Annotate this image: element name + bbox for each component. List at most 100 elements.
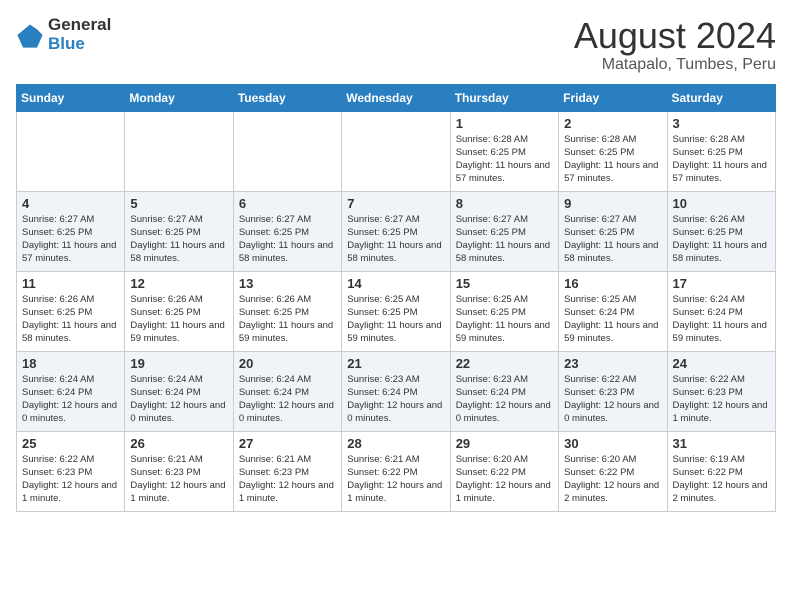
day-info: Sunrise: 6:26 AM Sunset: 6:25 PM Dayligh… [130,293,227,346]
calendar-cell [125,111,233,191]
day-number: 22 [456,356,553,371]
day-info: Sunrise: 6:27 AM Sunset: 6:25 PM Dayligh… [130,213,227,266]
calendar-cell: 9Sunrise: 6:27 AM Sunset: 6:25 PM Daylig… [559,191,667,271]
calendar-cell: 13 Sunrise: 6:26 AM Sunset: 6:25 PM Dayli… [233,271,341,351]
day-info: Sunrise: 6:24 AM Sunset: 6:24 PM Dayligh… [130,373,227,426]
day-number: 16 [564,276,661,291]
day-number: 2 [564,116,661,131]
day-number: 24 [673,356,770,371]
calendar-cell: 25Sunrise: 6:22 AM Sunset: 6:23 PM Dayli… [17,431,125,511]
day-number: 10 [673,196,770,211]
day-number: 21 [347,356,444,371]
calendar-cell [342,111,450,191]
day-info: Sunrise: 6:22 AM Sunset: 6:23 PM Dayligh… [564,373,661,426]
day-number: 17 [673,276,770,291]
day-info: Sunrise: 6:19 AM Sunset: 6:22 PM Dayligh… [673,453,770,506]
calendar-cell: 23 Sunrise: 6:22 AM Sunset: 6:23 PM Dayli… [559,351,667,431]
day-number: 13 [239,276,336,291]
day-number: 29 [456,436,553,451]
day-info: Sunrise: 6:24 AM Sunset: 6:24 PM Dayligh… [673,293,770,346]
day-info: Sunrise: 6:25 AM Sunset: 6:25 PM Dayligh… [347,293,444,346]
location-title: Matapalo, Tumbes, Peru [574,56,776,74]
header-saturday: Saturday [667,84,775,111]
calendar-cell: 6 Sunrise: 6:27 AM Sunset: 6:25 PM Daylig… [233,191,341,271]
day-info: Sunrise: 6:26 AM Sunset: 6:25 PM Dayligh… [673,213,770,266]
day-info: Sunrise: 6:21 AM Sunset: 6:23 PM Dayligh… [130,453,227,506]
day-number: 20 [239,356,336,371]
day-number: 26 [130,436,227,451]
day-number: 28 [347,436,444,451]
day-number: 11 [22,276,119,291]
day-number: 27 [239,436,336,451]
day-number: 12 [130,276,227,291]
day-number: 19 [130,356,227,371]
day-info: Sunrise: 6:26 AM Sunset: 6:25 PM Dayligh… [239,293,336,346]
calendar-week-0: 1 Sunrise: 6:28 AM Sunset: 6:25 PM Daylig… [17,111,776,191]
calendar-cell: 4Sunrise: 6:27 AM Sunset: 6:25 PM Daylig… [17,191,125,271]
day-number: 9 [564,196,661,211]
day-number: 31 [673,436,770,451]
calendar-cell: 21Sunrise: 6:23 AM Sunset: 6:24 PM Dayli… [342,351,450,431]
header-monday: Monday [125,84,233,111]
day-number: 25 [22,436,119,451]
calendar-cell: 1Sunrise: 6:28 AM Sunset: 6:25 PM Daylig… [450,111,558,191]
calendar-cell: 16 Sunrise: 6:25 AM Sunset: 6:24 PM Dayli… [559,271,667,351]
calendar-header-row: SundayMondayTuesdayWednesdayThursdayFrid… [17,84,776,111]
day-info: Sunrise: 6:27 AM Sunset: 6:25 PM Dayligh… [239,213,336,266]
day-number: 18 [22,356,119,371]
header-wednesday: Wednesday [342,84,450,111]
month-title: August 2024 [574,16,776,56]
day-number: 23 [564,356,661,371]
header-tuesday: Tuesday [233,84,341,111]
calendar-cell: 27 Sunrise: 6:21 AM Sunset: 6:23 PM Dayli… [233,431,341,511]
calendar-cell: 11 Sunrise: 6:26 AM Sunset: 6:25 PM Dayli… [17,271,125,351]
calendar-cell: 5 Sunrise: 6:27 AM Sunset: 6:25 PM Daylig… [125,191,233,271]
day-info: Sunrise: 6:20 AM Sunset: 6:22 PM Dayligh… [564,453,661,506]
calendar-cell: 24 Sunrise: 6:22 AM Sunset: 6:23 PM Dayli… [667,351,775,431]
logo-blue: Blue [48,35,111,54]
calendar-cell: 15Sunrise: 6:25 AM Sunset: 6:25 PM Dayli… [450,271,558,351]
day-info: Sunrise: 6:20 AM Sunset: 6:22 PM Dayligh… [456,453,553,506]
calendar-cell: 31 Sunrise: 6:19 AM Sunset: 6:22 PM Dayli… [667,431,775,511]
calendar-cell: 26 Sunrise: 6:21 AM Sunset: 6:23 PM Dayli… [125,431,233,511]
day-number: 1 [456,116,553,131]
day-info: Sunrise: 6:27 AM Sunset: 6:25 PM Dayligh… [347,213,444,266]
day-number: 4 [22,196,119,211]
day-info: Sunrise: 6:25 AM Sunset: 6:24 PM Dayligh… [564,293,661,346]
calendar-cell: 20Sunrise: 6:24 AM Sunset: 6:24 PM Dayli… [233,351,341,431]
calendar-cell: 8 Sunrise: 6:27 AM Sunset: 6:25 PM Daylig… [450,191,558,271]
calendar-week-1: 4 Sunrise: 6:27 AM Sunset: 6:25 PM Daylig… [17,191,776,271]
calendar-cell: 12 Sunrise: 6:26 AM Sunset: 6:25 PM Dayli… [125,271,233,351]
day-info: Sunrise: 6:26 AM Sunset: 6:25 PM Dayligh… [22,293,119,346]
calendar-cell: 29 Sunrise: 6:20 AM Sunset: 6:22 PM Dayli… [450,431,558,511]
header-sunday: Sunday [17,84,125,111]
calendar-cell: 7 Sunrise: 6:27 AM Sunset: 6:25 PM Daylig… [342,191,450,271]
calendar-cell [233,111,341,191]
day-info: Sunrise: 6:21 AM Sunset: 6:23 PM Dayligh… [239,453,336,506]
calendar-table: SundayMondayTuesdayWednesdayThursdayFrid… [16,84,776,512]
day-info: Sunrise: 6:28 AM Sunset: 6:25 PM Dayligh… [673,133,770,186]
calendar-week-2: 11 Sunrise: 6:26 AM Sunset: 6:25 PM Dayli… [17,271,776,351]
day-info: Sunrise: 6:28 AM Sunset: 6:25 PM Dayligh… [564,133,661,186]
day-number: 7 [347,196,444,211]
logo: General Blue [16,16,111,53]
calendar-cell: 2 Sunrise: 6:28 AM Sunset: 6:25 PM Daylig… [559,111,667,191]
calendar-week-4: 25Sunrise: 6:22 AM Sunset: 6:23 PM Dayli… [17,431,776,511]
day-number: 8 [456,196,553,211]
calendar-cell [17,111,125,191]
calendar-cell: 17 Sunrise: 6:24 AM Sunset: 6:24 PM Dayli… [667,271,775,351]
header-friday: Friday [559,84,667,111]
page-header: General Blue August 2024 Matapalo, Tumbe… [16,16,776,74]
logo-icon [16,21,44,49]
day-number: 5 [130,196,227,211]
calendar-cell: 22Sunrise: 6:23 AM Sunset: 6:24 PM Dayli… [450,351,558,431]
day-info: Sunrise: 6:27 AM Sunset: 6:25 PM Dayligh… [456,213,553,266]
day-number: 30 [564,436,661,451]
day-info: Sunrise: 6:22 AM Sunset: 6:23 PM Dayligh… [673,373,770,426]
day-info: Sunrise: 6:24 AM Sunset: 6:24 PM Dayligh… [22,373,119,426]
logo-general: General [48,16,111,35]
day-number: 3 [673,116,770,131]
day-number: 6 [239,196,336,211]
header-thursday: Thursday [450,84,558,111]
day-info: Sunrise: 6:21 AM Sunset: 6:22 PM Dayligh… [347,453,444,506]
